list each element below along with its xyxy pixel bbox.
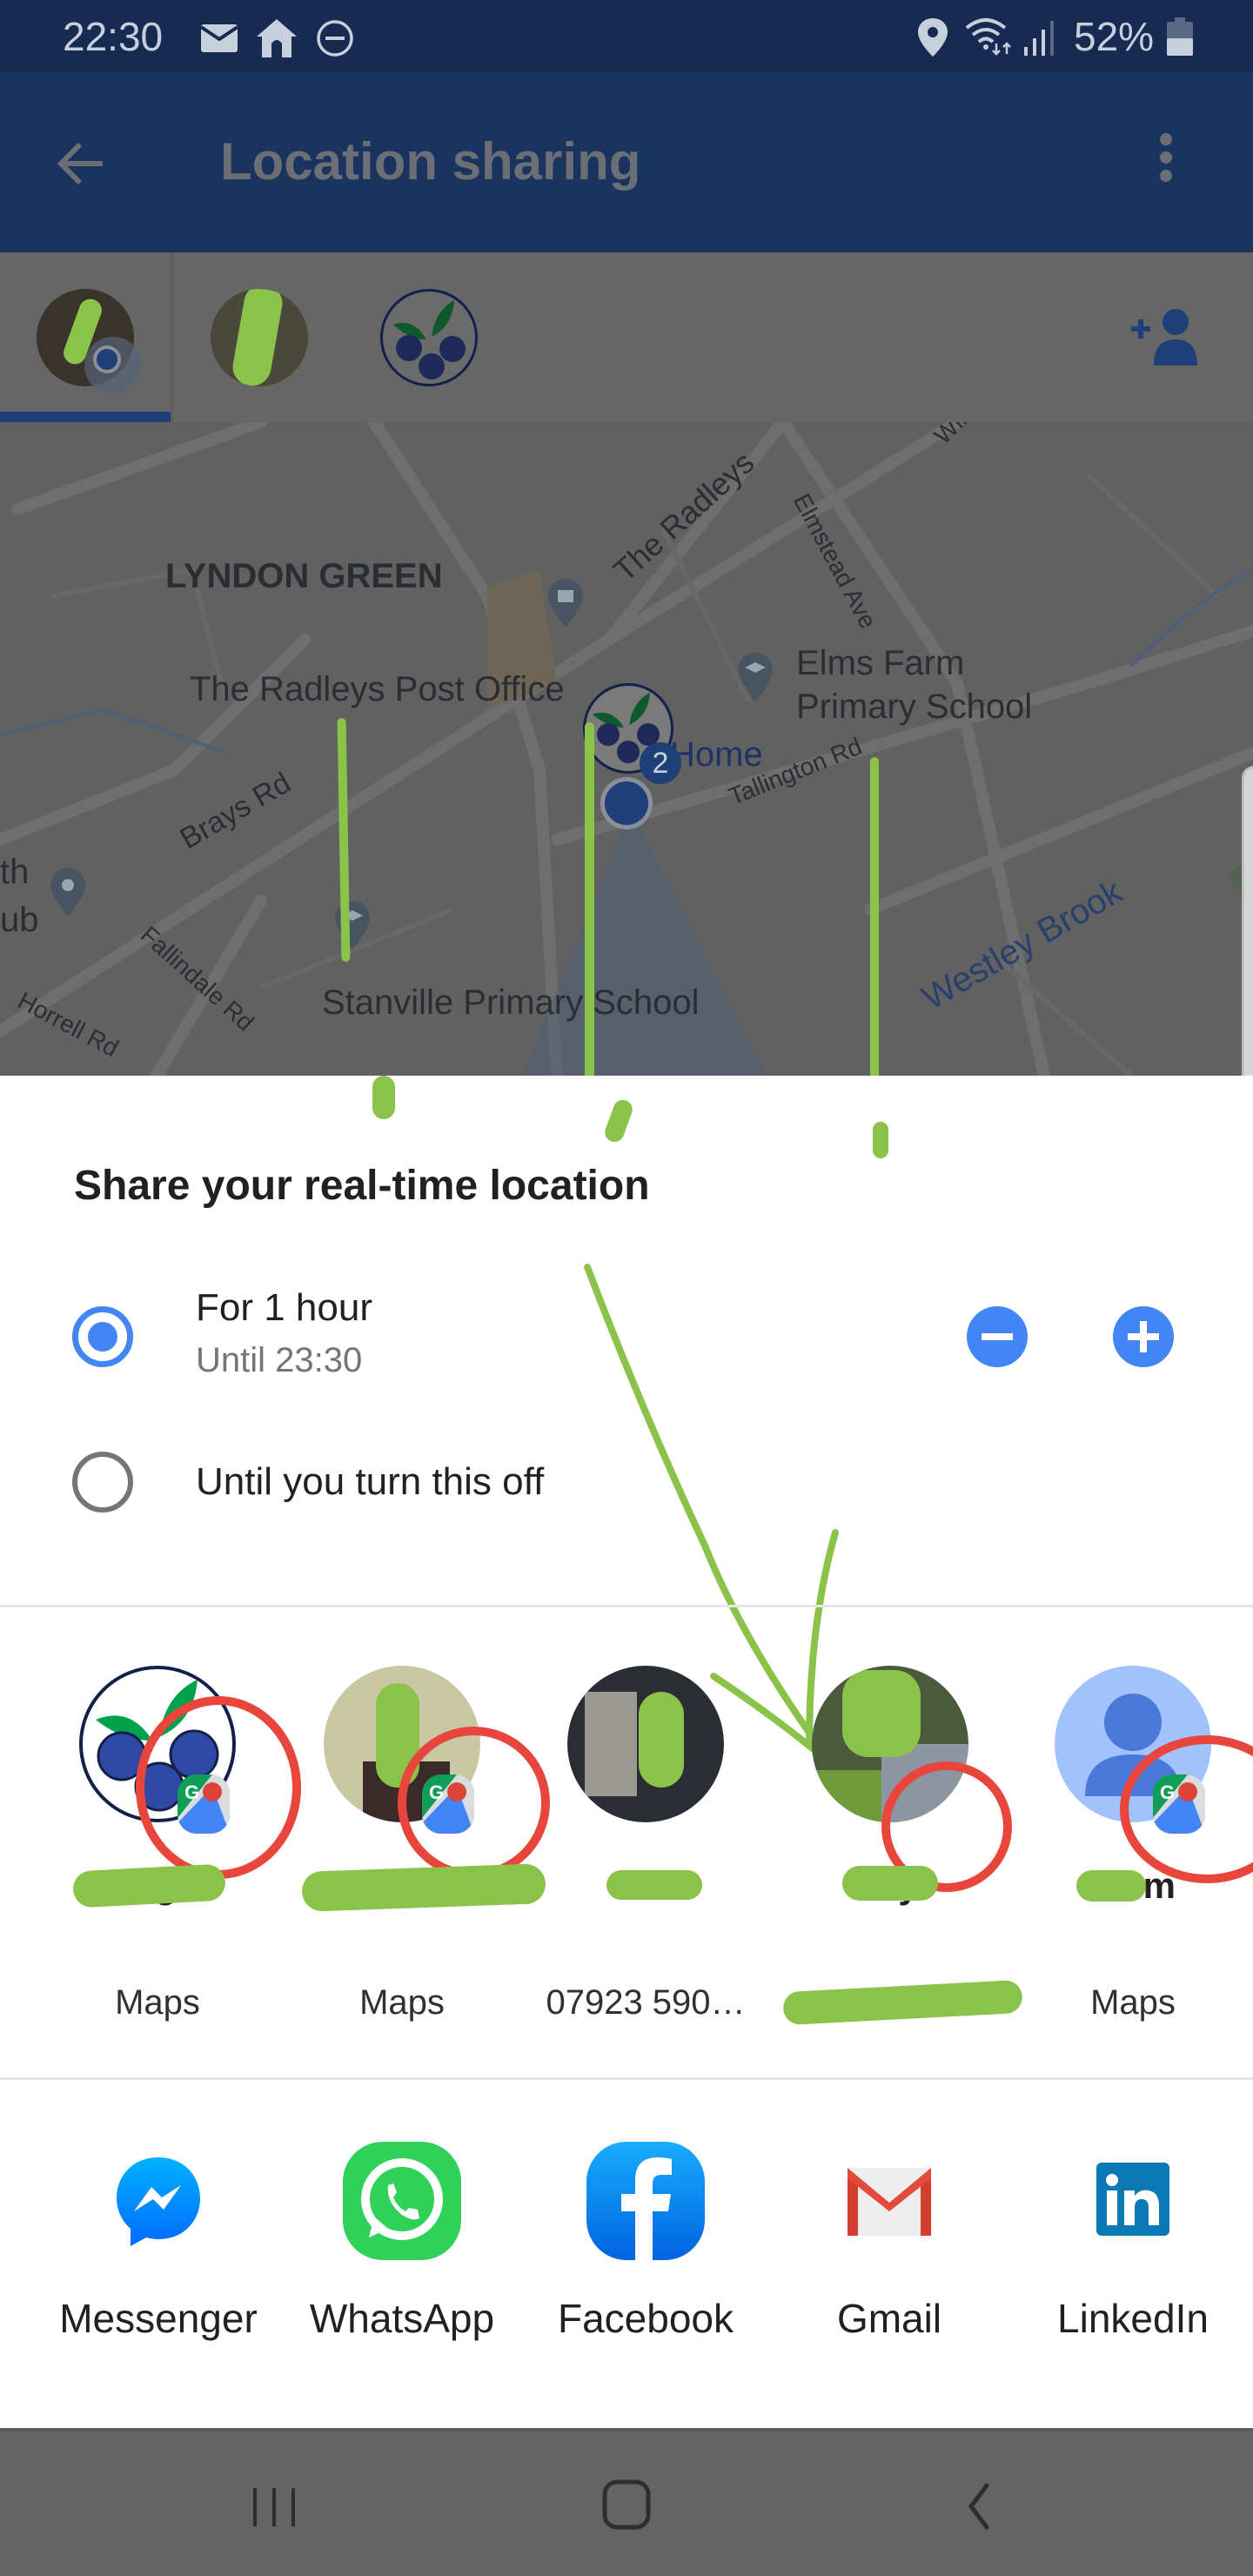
status-bar: 22:30 52% bbox=[0, 0, 1253, 72]
share-app-label: Messenger bbox=[59, 2296, 258, 2341]
battery-percent: 52% bbox=[1074, 14, 1155, 59]
redaction-scribble bbox=[639, 1692, 684, 1788]
contact-item[interactable]: G Mom bbox=[1015, 1666, 1253, 1927]
messenger-icon bbox=[117, 2157, 200, 2246]
share-app-linkedin[interactable]: LinkedIn bbox=[1011, 2142, 1253, 2351]
more-vert-icon bbox=[1160, 133, 1172, 182]
share-app-messenger[interactable]: Messenger bbox=[37, 2142, 280, 2351]
share-app-label: LinkedIn bbox=[1057, 2296, 1209, 2341]
map-label-stanville[interactable]: Stanville Primary School bbox=[322, 983, 700, 1023]
share-location-sheet: Share your real-time location For 1 hour… bbox=[0, 1076, 1253, 2428]
tab-blueberry-group[interactable] bbox=[380, 289, 478, 386]
overflow-menu-button[interactable] bbox=[1140, 129, 1192, 198]
annotation-stroke bbox=[873, 1122, 888, 1158]
redaction-scribble bbox=[1076, 1870, 1146, 1902]
do-not-disturb-icon bbox=[317, 20, 353, 57]
map-view[interactable]: LYNDON GREEN The Radleys Post Office The… bbox=[0, 422, 1253, 1076]
my-location-dot[interactable] bbox=[600, 777, 653, 829]
map-label-post-office[interactable]: The Radleys Post Office bbox=[190, 670, 565, 709]
redaction-scribble bbox=[782, 1979, 1023, 2026]
tab-person-2[interactable] bbox=[211, 289, 308, 386]
post-office-pin-icon[interactable] bbox=[548, 579, 583, 627]
option-label-1-hour[interactable]: For 1 hour bbox=[196, 1285, 372, 1332]
page-title: Location sharing bbox=[220, 132, 641, 191]
annotation-stroke bbox=[602, 1097, 635, 1145]
share-app-whatsapp[interactable]: WhatsApp bbox=[280, 2142, 524, 2351]
wifi-icon bbox=[965, 18, 1011, 56]
decrease-duration-button[interactable] bbox=[967, 1306, 1028, 1367]
linkedin-icon bbox=[1096, 2163, 1169, 2236]
blueberry-logo-icon bbox=[393, 300, 466, 379]
back-button[interactable] bbox=[52, 133, 113, 194]
redaction-scribble bbox=[842, 1670, 921, 1757]
redaction-scribble bbox=[301, 1863, 546, 1912]
share-app-facebook[interactable]: Facebook bbox=[524, 2142, 767, 2351]
redaction-scribble bbox=[230, 289, 285, 386]
my-location-dot-icon bbox=[84, 337, 142, 394]
signal-icon bbox=[1024, 21, 1054, 56]
home-button[interactable] bbox=[579, 2466, 674, 2545]
map-label-th: th bbox=[0, 853, 30, 891]
annotation-stroke bbox=[870, 757, 879, 1076]
contact-sublabel: 07923 590… bbox=[546, 1983, 746, 2022]
contact-sublabel: Maps bbox=[1090, 1983, 1176, 2022]
share-app-label: Gmail bbox=[836, 2296, 942, 2341]
selected-tab-indicator bbox=[0, 412, 171, 422]
annotation-circle bbox=[136, 1696, 301, 1879]
tab-divider bbox=[171, 252, 174, 422]
whatsapp-icon bbox=[343, 2142, 461, 2260]
section-divider bbox=[0, 1605, 1253, 1607]
contact-sublabel: Maps bbox=[115, 1983, 200, 2022]
arrow-back-icon bbox=[57, 142, 103, 185]
contact-item[interactable]: G …ge bbox=[40, 1666, 301, 1927]
back-nav-button[interactable] bbox=[931, 2466, 1027, 2545]
annotation-stroke bbox=[372, 1076, 395, 1119]
add-person-button[interactable] bbox=[1128, 300, 1206, 379]
map-label-ub: ub bbox=[0, 901, 39, 939]
person-add-icon bbox=[1131, 309, 1197, 366]
people-tab-row bbox=[0, 252, 1253, 422]
gmail-icon bbox=[848, 2168, 931, 2236]
school-pin-icon[interactable] bbox=[738, 653, 773, 701]
annotation-stroke bbox=[585, 722, 594, 1076]
contact-item[interactable]: G …y bbox=[285, 1666, 550, 1927]
radio-until-off[interactable] bbox=[72, 1452, 133, 1513]
place-pin-icon[interactable] bbox=[50, 868, 85, 916]
system-nav-bar bbox=[0, 2428, 1253, 2576]
option-sublabel-until: Until 23:30 bbox=[196, 1341, 363, 1379]
map-label-elms-farm[interactable]: Elms Farm bbox=[796, 644, 964, 683]
share-app-gmail[interactable]: Gmail bbox=[767, 2142, 1011, 2351]
back-chevron-icon bbox=[968, 2483, 989, 2530]
facebook-icon bbox=[586, 2142, 705, 2260]
map-label-elms-farm-2[interactable]: Primary School bbox=[796, 688, 1032, 727]
app-bar: Location sharing bbox=[0, 72, 1253, 252]
home-icon bbox=[257, 19, 297, 57]
email-icon bbox=[201, 24, 238, 52]
increase-duration-button[interactable] bbox=[1113, 1306, 1174, 1367]
status-time: 22:30 bbox=[63, 14, 164, 59]
radio-for-1-hour[interactable] bbox=[72, 1306, 133, 1367]
contact-item[interactable]: Dab bbox=[528, 1666, 763, 1927]
annotation-circle bbox=[398, 1727, 550, 1879]
redaction-scribble bbox=[606, 1870, 702, 1900]
section-divider bbox=[0, 2077, 1253, 2080]
cluster-count-badge: 2 bbox=[640, 742, 681, 784]
recents-button[interactable] bbox=[226, 2466, 322, 2545]
map-label-area: LYNDON GREEN bbox=[165, 557, 443, 595]
redaction-scribble bbox=[842, 1866, 938, 1901]
map-label-home[interactable]: Home bbox=[670, 735, 763, 775]
minus-circle-icon bbox=[982, 1333, 1013, 1340]
contact-item[interactable]: …y bbox=[773, 1666, 1012, 1927]
plus-circle-icon bbox=[1128, 1321, 1159, 1352]
battery-icon bbox=[1167, 17, 1193, 56]
contact-avatar bbox=[567, 1666, 724, 1822]
share-app-label: WhatsApp bbox=[309, 2296, 495, 2341]
share-app-label: Facebook bbox=[557, 2296, 734, 2341]
sheet-title: Share your real-time location bbox=[74, 1163, 650, 1209]
location-icon bbox=[918, 18, 948, 57]
home-button-icon bbox=[602, 2479, 651, 2530]
option-label-until-off[interactable]: Until you turn this off bbox=[196, 1459, 544, 1506]
contact-sublabel: Maps bbox=[359, 1983, 445, 2022]
recents-icon bbox=[253, 2488, 295, 2526]
